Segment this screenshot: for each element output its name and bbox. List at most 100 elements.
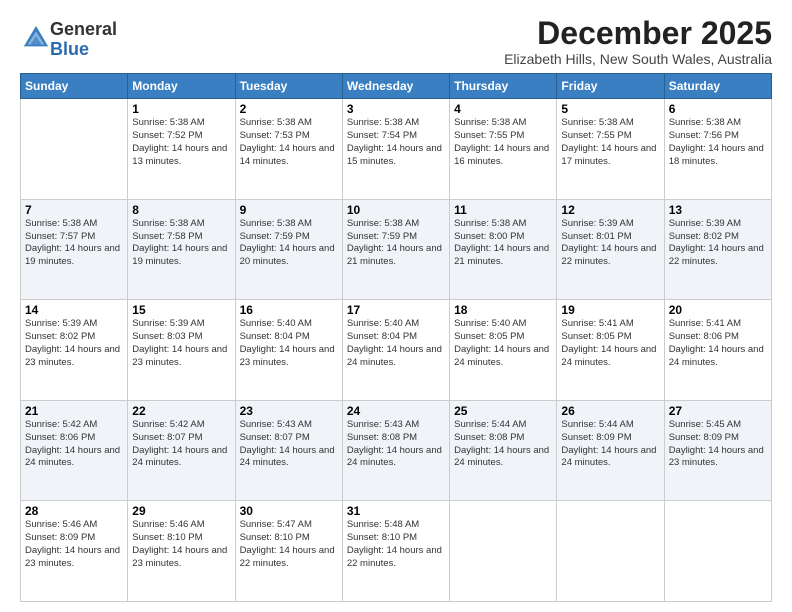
day-info: Sunrise: 5:43 AM Sunset: 8:08 PM Dayligh… [347,419,445,470]
day-number: 5 [561,102,659,116]
day-number: 23 [240,404,338,418]
day-info: Sunrise: 5:38 AM Sunset: 7:56 PM Dayligh… [669,117,767,168]
table-row [21,99,128,200]
day-info: Sunrise: 5:47 AM Sunset: 8:10 PM Dayligh… [240,519,338,570]
calendar-table: Sunday Monday Tuesday Wednesday Thursday… [20,73,772,602]
day-number: 12 [561,203,659,217]
day-info: Sunrise: 5:42 AM Sunset: 8:06 PM Dayligh… [25,419,123,470]
calendar-week-3: 14Sunrise: 5:39 AM Sunset: 8:02 PM Dayli… [21,300,772,401]
table-row: 7Sunrise: 5:38 AM Sunset: 7:57 PM Daylig… [21,199,128,300]
day-number: 22 [132,404,230,418]
table-row: 30Sunrise: 5:47 AM Sunset: 8:10 PM Dayli… [235,501,342,602]
table-row: 20Sunrise: 5:41 AM Sunset: 8:06 PM Dayli… [664,300,771,401]
day-number: 6 [669,102,767,116]
day-number: 9 [240,203,338,217]
location: Elizabeth Hills, New South Wales, Austra… [504,51,772,67]
day-info: Sunrise: 5:38 AM Sunset: 7:59 PM Dayligh… [347,218,445,269]
day-info: Sunrise: 5:39 AM Sunset: 8:03 PM Dayligh… [132,318,230,369]
month-title: December 2025 [504,16,772,51]
table-row: 25Sunrise: 5:44 AM Sunset: 8:08 PM Dayli… [450,400,557,501]
table-row: 9Sunrise: 5:38 AM Sunset: 7:59 PM Daylig… [235,199,342,300]
day-info: Sunrise: 5:38 AM Sunset: 7:59 PM Dayligh… [240,218,338,269]
day-number: 30 [240,504,338,518]
day-number: 28 [25,504,123,518]
header-friday: Friday [557,74,664,99]
table-row: 29Sunrise: 5:46 AM Sunset: 8:10 PM Dayli… [128,501,235,602]
day-info: Sunrise: 5:38 AM Sunset: 7:57 PM Dayligh… [25,218,123,269]
header-wednesday: Wednesday [342,74,449,99]
calendar-week-2: 7Sunrise: 5:38 AM Sunset: 7:57 PM Daylig… [21,199,772,300]
day-number: 29 [132,504,230,518]
day-info: Sunrise: 5:38 AM Sunset: 7:58 PM Dayligh… [132,218,230,269]
day-info: Sunrise: 5:40 AM Sunset: 8:05 PM Dayligh… [454,318,552,369]
day-info: Sunrise: 5:42 AM Sunset: 8:07 PM Dayligh… [132,419,230,470]
table-row: 6Sunrise: 5:38 AM Sunset: 7:56 PM Daylig… [664,99,771,200]
table-row: 26Sunrise: 5:44 AM Sunset: 8:09 PM Dayli… [557,400,664,501]
day-number: 11 [454,203,552,217]
day-info: Sunrise: 5:41 AM Sunset: 8:06 PM Dayligh… [669,318,767,369]
day-number: 13 [669,203,767,217]
table-row: 11Sunrise: 5:38 AM Sunset: 8:00 PM Dayli… [450,199,557,300]
day-number: 1 [132,102,230,116]
table-row: 17Sunrise: 5:40 AM Sunset: 8:04 PM Dayli… [342,300,449,401]
day-number: 8 [132,203,230,217]
day-info: Sunrise: 5:46 AM Sunset: 8:09 PM Dayligh… [25,519,123,570]
table-row: 1Sunrise: 5:38 AM Sunset: 7:52 PM Daylig… [128,99,235,200]
day-info: Sunrise: 5:46 AM Sunset: 8:10 PM Dayligh… [132,519,230,570]
day-number: 16 [240,303,338,317]
table-row: 22Sunrise: 5:42 AM Sunset: 8:07 PM Dayli… [128,400,235,501]
table-row: 3Sunrise: 5:38 AM Sunset: 7:54 PM Daylig… [342,99,449,200]
table-row: 4Sunrise: 5:38 AM Sunset: 7:55 PM Daylig… [450,99,557,200]
day-info: Sunrise: 5:38 AM Sunset: 8:00 PM Dayligh… [454,218,552,269]
day-info: Sunrise: 5:45 AM Sunset: 8:09 PM Dayligh… [669,419,767,470]
table-row: 10Sunrise: 5:38 AM Sunset: 7:59 PM Dayli… [342,199,449,300]
header-tuesday: Tuesday [235,74,342,99]
table-row: 14Sunrise: 5:39 AM Sunset: 8:02 PM Dayli… [21,300,128,401]
logo-general-text: General [50,20,117,40]
calendar-header-row: Sunday Monday Tuesday Wednesday Thursday… [21,74,772,99]
logo-icon [22,24,50,52]
logo: General Blue [20,20,117,60]
table-row: 24Sunrise: 5:43 AM Sunset: 8:08 PM Dayli… [342,400,449,501]
day-number: 31 [347,504,445,518]
day-number: 4 [454,102,552,116]
day-info: Sunrise: 5:44 AM Sunset: 8:08 PM Dayligh… [454,419,552,470]
day-number: 3 [347,102,445,116]
day-info: Sunrise: 5:39 AM Sunset: 8:02 PM Dayligh… [669,218,767,269]
day-info: Sunrise: 5:39 AM Sunset: 8:02 PM Dayligh… [25,318,123,369]
logo-blue-text: Blue [50,40,117,60]
header-sunday: Sunday [21,74,128,99]
day-number: 24 [347,404,445,418]
table-row: 13Sunrise: 5:39 AM Sunset: 8:02 PM Dayli… [664,199,771,300]
day-info: Sunrise: 5:38 AM Sunset: 7:55 PM Dayligh… [561,117,659,168]
day-number: 18 [454,303,552,317]
day-info: Sunrise: 5:43 AM Sunset: 8:07 PM Dayligh… [240,419,338,470]
day-number: 26 [561,404,659,418]
calendar-week-4: 21Sunrise: 5:42 AM Sunset: 8:06 PM Dayli… [21,400,772,501]
day-number: 7 [25,203,123,217]
day-number: 10 [347,203,445,217]
table-row: 21Sunrise: 5:42 AM Sunset: 8:06 PM Dayli… [21,400,128,501]
table-row: 31Sunrise: 5:48 AM Sunset: 8:10 PM Dayli… [342,501,449,602]
day-info: Sunrise: 5:38 AM Sunset: 7:52 PM Dayligh… [132,117,230,168]
day-info: Sunrise: 5:39 AM Sunset: 8:01 PM Dayligh… [561,218,659,269]
header: General Blue December 2025 Elizabeth Hil… [20,16,772,67]
day-info: Sunrise: 5:48 AM Sunset: 8:10 PM Dayligh… [347,519,445,570]
day-info: Sunrise: 5:38 AM Sunset: 7:55 PM Dayligh… [454,117,552,168]
day-number: 20 [669,303,767,317]
day-info: Sunrise: 5:44 AM Sunset: 8:09 PM Dayligh… [561,419,659,470]
header-monday: Monday [128,74,235,99]
day-number: 2 [240,102,338,116]
table-row [557,501,664,602]
day-info: Sunrise: 5:40 AM Sunset: 8:04 PM Dayligh… [240,318,338,369]
day-number: 21 [25,404,123,418]
table-row: 15Sunrise: 5:39 AM Sunset: 8:03 PM Dayli… [128,300,235,401]
header-thursday: Thursday [450,74,557,99]
day-number: 14 [25,303,123,317]
table-row: 27Sunrise: 5:45 AM Sunset: 8:09 PM Dayli… [664,400,771,501]
page: General Blue December 2025 Elizabeth Hil… [0,0,792,612]
day-info: Sunrise: 5:38 AM Sunset: 7:53 PM Dayligh… [240,117,338,168]
table-row: 5Sunrise: 5:38 AM Sunset: 7:55 PM Daylig… [557,99,664,200]
day-info: Sunrise: 5:41 AM Sunset: 8:05 PM Dayligh… [561,318,659,369]
table-row: 16Sunrise: 5:40 AM Sunset: 8:04 PM Dayli… [235,300,342,401]
